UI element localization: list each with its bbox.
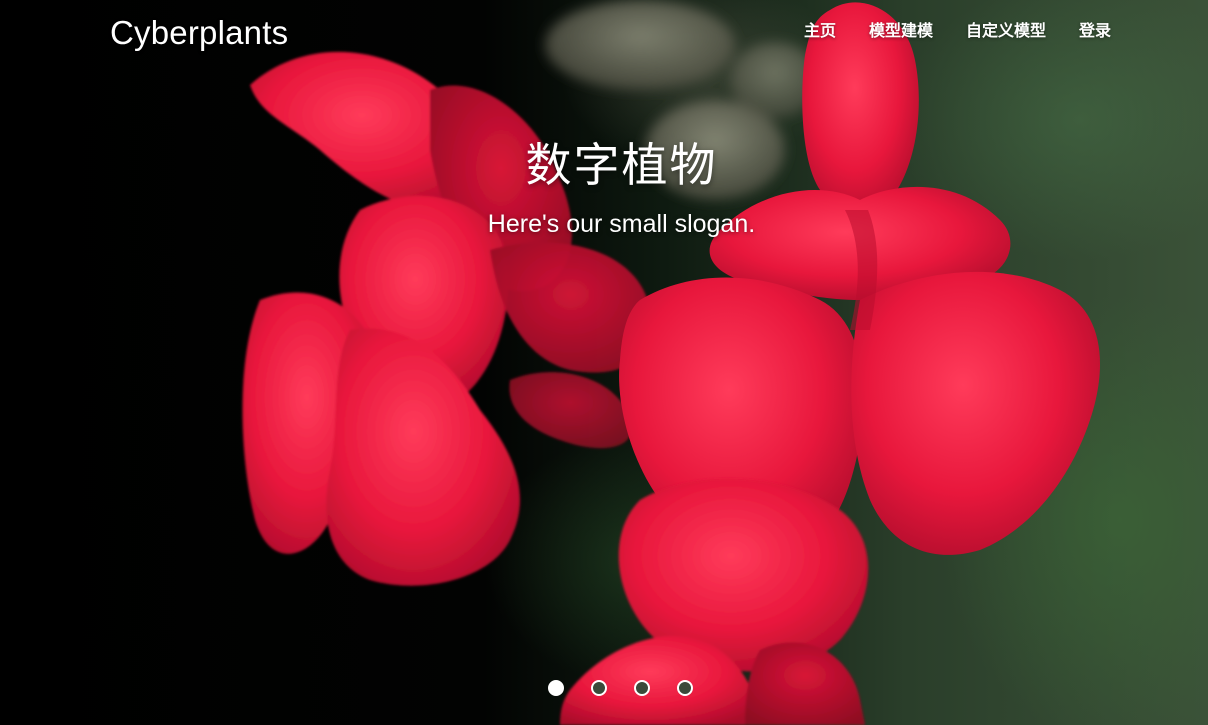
nav-item-home: 主页: [804, 21, 836, 43]
carousel-indicator-4[interactable]: [677, 680, 693, 696]
nav-link-home[interactable]: 主页: [804, 23, 836, 40]
top-navbar: Cyberplants 主页 模型建模 自定义模型 登录: [0, 0, 1208, 66]
hero-title: 数字植物: [525, 139, 718, 191]
left-flower: [242, 51, 652, 586]
hero-slogan: Here's our small slogan.: [487, 210, 756, 238]
nav-item-login: 登录: [1079, 21, 1111, 43]
hero-carousel: Cyberplants 主页 模型建模 自定义模型 登录 数字植物 Here's…: [0, 0, 1208, 725]
main-nav: 主页 模型建模 自定义模型 登录: [804, 21, 1111, 43]
nav-item-custom-model: 自定义模型: [966, 21, 1046, 43]
nav-item-modeling: 模型建模: [869, 21, 933, 43]
carousel-indicators: [548, 680, 693, 696]
carousel-indicator-2[interactable]: [591, 680, 607, 696]
nav-link-login[interactable]: 登录: [1079, 23, 1111, 40]
right-flower: [619, 2, 1100, 559]
hero-caption: 数字植物 Here's our small slogan.: [0, 133, 1208, 241]
nav-link-custom-model[interactable]: 自定义模型: [966, 23, 1046, 40]
nav-link-modeling[interactable]: 模型建模: [869, 23, 933, 40]
hero-background-image: [242, 0, 1100, 725]
brand-logo-link[interactable]: Cyberplants: [110, 12, 288, 54]
carousel-indicator-1[interactable]: [548, 680, 564, 696]
carousel-indicator-3[interactable]: [634, 680, 650, 696]
